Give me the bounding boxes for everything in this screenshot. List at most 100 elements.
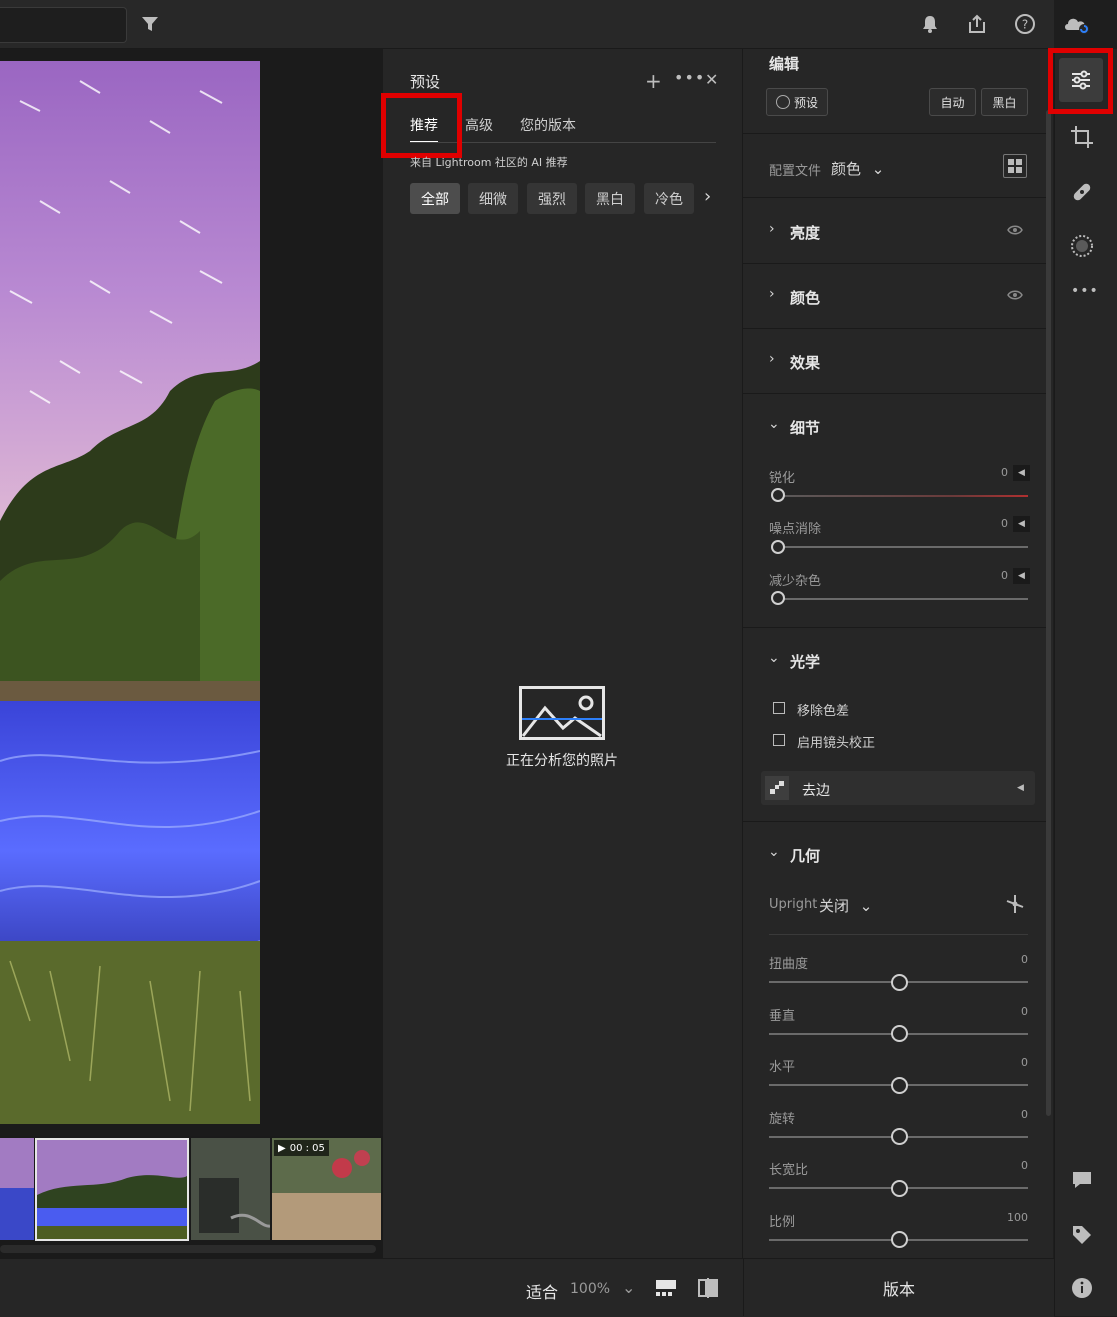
preset-button-label: 预设	[793, 95, 818, 110]
slider-handle[interactable]	[891, 1128, 908, 1145]
profile-value: 颜色	[831, 160, 862, 178]
slider-value: 0	[1021, 953, 1028, 966]
chevron-down-icon[interactable]: ⌄	[768, 650, 780, 666]
slider-handle[interactable]	[891, 974, 908, 991]
edit-panel-scrollbar[interactable]	[1046, 110, 1051, 1116]
share-icon[interactable]	[964, 11, 990, 37]
filmstrip-thumb-video[interactable]: ▶ 00 : 05	[272, 1138, 381, 1240]
slider-value: 0	[1021, 1005, 1028, 1018]
profile-select[interactable]: 颜色 ⌄	[831, 158, 884, 179]
slider-handle[interactable]	[771, 540, 785, 554]
chevron-down-icon: ⌄	[871, 160, 885, 178]
tab-your-versions[interactable]: 您的版本	[520, 115, 576, 135]
more-icon[interactable]: •••	[1071, 283, 1099, 299]
chip-subtle[interactable]: 细微	[468, 183, 518, 214]
remove-ca-label: 移除色差	[797, 704, 850, 719]
crop-icon[interactable]	[1069, 124, 1095, 154]
filmstrip-thumb[interactable]	[0, 1138, 34, 1240]
tag-icon[interactable]	[1071, 1224, 1093, 1250]
filmstrip-toggle-icon[interactable]	[655, 1278, 677, 1302]
section-detail[interactable]: 细节	[790, 417, 820, 438]
slider-value: 0	[1001, 517, 1008, 530]
bell-icon[interactable]	[917, 11, 943, 37]
section-geometry[interactable]: 几何	[790, 845, 820, 866]
versions-button[interactable]: 版本	[743, 1259, 1054, 1316]
more-options-icon[interactable]: •••	[674, 68, 705, 87]
add-icon[interactable]: +	[645, 70, 662, 92]
section-color[interactable]: 颜色	[790, 287, 820, 308]
edit-title: 编辑	[769, 55, 800, 73]
zoom-level[interactable]: 100%	[570, 1281, 610, 1297]
bw-button[interactable]: 黑白	[981, 88, 1028, 116]
healing-icon[interactable]	[1069, 179, 1095, 209]
close-icon[interactable]: ✕	[705, 70, 718, 89]
presets-subtitle: 来自 Lightroom 社区的 AI 推荐	[410, 156, 568, 169]
upright-select[interactable]: 关闭 ⌄	[819, 895, 872, 916]
divider	[769, 934, 1028, 935]
slider-handle[interactable]	[771, 591, 785, 605]
section-optics[interactable]: 光学	[790, 651, 820, 672]
preset-button[interactable]: 预设	[766, 88, 828, 116]
auto-button[interactable]: 自动	[929, 88, 976, 116]
chevron-right-icon[interactable]: ›	[769, 286, 775, 302]
comment-icon[interactable]	[1071, 1170, 1093, 1194]
info-icon[interactable]	[1071, 1277, 1093, 1303]
divider	[743, 263, 1046, 264]
slider-track[interactable]	[778, 495, 1028, 497]
slider-value: 0	[1021, 1056, 1028, 1069]
section-light[interactable]: 亮度	[790, 222, 820, 243]
chevron-down-icon: ⌄	[859, 897, 873, 915]
help-icon[interactable]: ?	[1012, 11, 1038, 37]
presets-title: 预设	[410, 73, 441, 91]
guided-upright-icon[interactable]	[1004, 893, 1026, 919]
slider-handle[interactable]	[891, 1180, 908, 1197]
slider-track[interactable]	[778, 598, 1028, 600]
remove-ca-checkbox[interactable]	[773, 702, 785, 714]
chevron-right-icon[interactable]: ›	[704, 186, 711, 207]
chip-all[interactable]: 全部	[410, 183, 460, 214]
chip-bw[interactable]: 黑白	[585, 183, 635, 214]
chevron-right-icon[interactable]: ›	[769, 221, 775, 237]
slider-handle[interactable]	[771, 488, 785, 502]
top-bar: ?	[0, 0, 1089, 49]
analyzing-text: 正在分析您的照片	[506, 753, 618, 769]
filmstrip-scrollbar[interactable]	[0, 1245, 376, 1253]
lens-correction-checkbox[interactable]	[773, 734, 785, 746]
eye-icon[interactable]	[1007, 223, 1023, 241]
expand-arrow-icon[interactable]: ◀	[1013, 516, 1030, 532]
search-input[interactable]	[0, 7, 127, 43]
eye-icon[interactable]	[1007, 288, 1023, 306]
filmstrip-thumb[interactable]	[191, 1138, 270, 1240]
chip-strong[interactable]: 强烈	[527, 183, 577, 214]
slider-track[interactable]	[778, 546, 1028, 548]
slider-handle[interactable]	[891, 1077, 908, 1094]
chevron-down-icon[interactable]: ⌄	[622, 1278, 635, 1297]
video-badge: ▶ 00 : 05	[274, 1140, 329, 1156]
divider	[743, 627, 1046, 628]
section-effects[interactable]: 效果	[790, 352, 820, 373]
compare-icon[interactable]	[697, 1277, 719, 1303]
chevron-down-icon[interactable]: ⌄	[768, 416, 780, 432]
profile-browser-icon[interactable]	[1003, 154, 1027, 178]
cloud-sync-icon[interactable]	[1062, 11, 1092, 37]
expand-arrow-icon[interactable]: ◀	[1017, 783, 1024, 793]
slider-value: 100	[1007, 1211, 1028, 1224]
masking-icon[interactable]	[1069, 233, 1095, 263]
slider-label-horizontal: 水平	[769, 1060, 796, 1075]
expand-arrow-icon[interactable]: ◀	[1013, 465, 1030, 481]
divider	[743, 393, 1046, 394]
chip-cool[interactable]: 冷色	[644, 183, 694, 214]
divider	[743, 197, 1046, 198]
slider-label-rotate: 旋转	[769, 1112, 796, 1127]
expand-arrow-icon[interactable]: ◀	[1013, 568, 1030, 584]
defringe-icon	[765, 776, 789, 800]
filmstrip-thumb-selected[interactable]	[35, 1138, 189, 1241]
slider-value: 0	[1021, 1159, 1028, 1172]
chevron-down-icon[interactable]: ⌄	[768, 844, 780, 860]
tab-advanced[interactable]: 高级	[465, 115, 493, 135]
fit-button[interactable]: 适合	[526, 1279, 558, 1303]
slider-handle[interactable]	[891, 1231, 908, 1248]
slider-handle[interactable]	[891, 1025, 908, 1042]
filter-icon[interactable]	[137, 11, 163, 37]
chevron-right-icon[interactable]: ›	[769, 351, 775, 367]
